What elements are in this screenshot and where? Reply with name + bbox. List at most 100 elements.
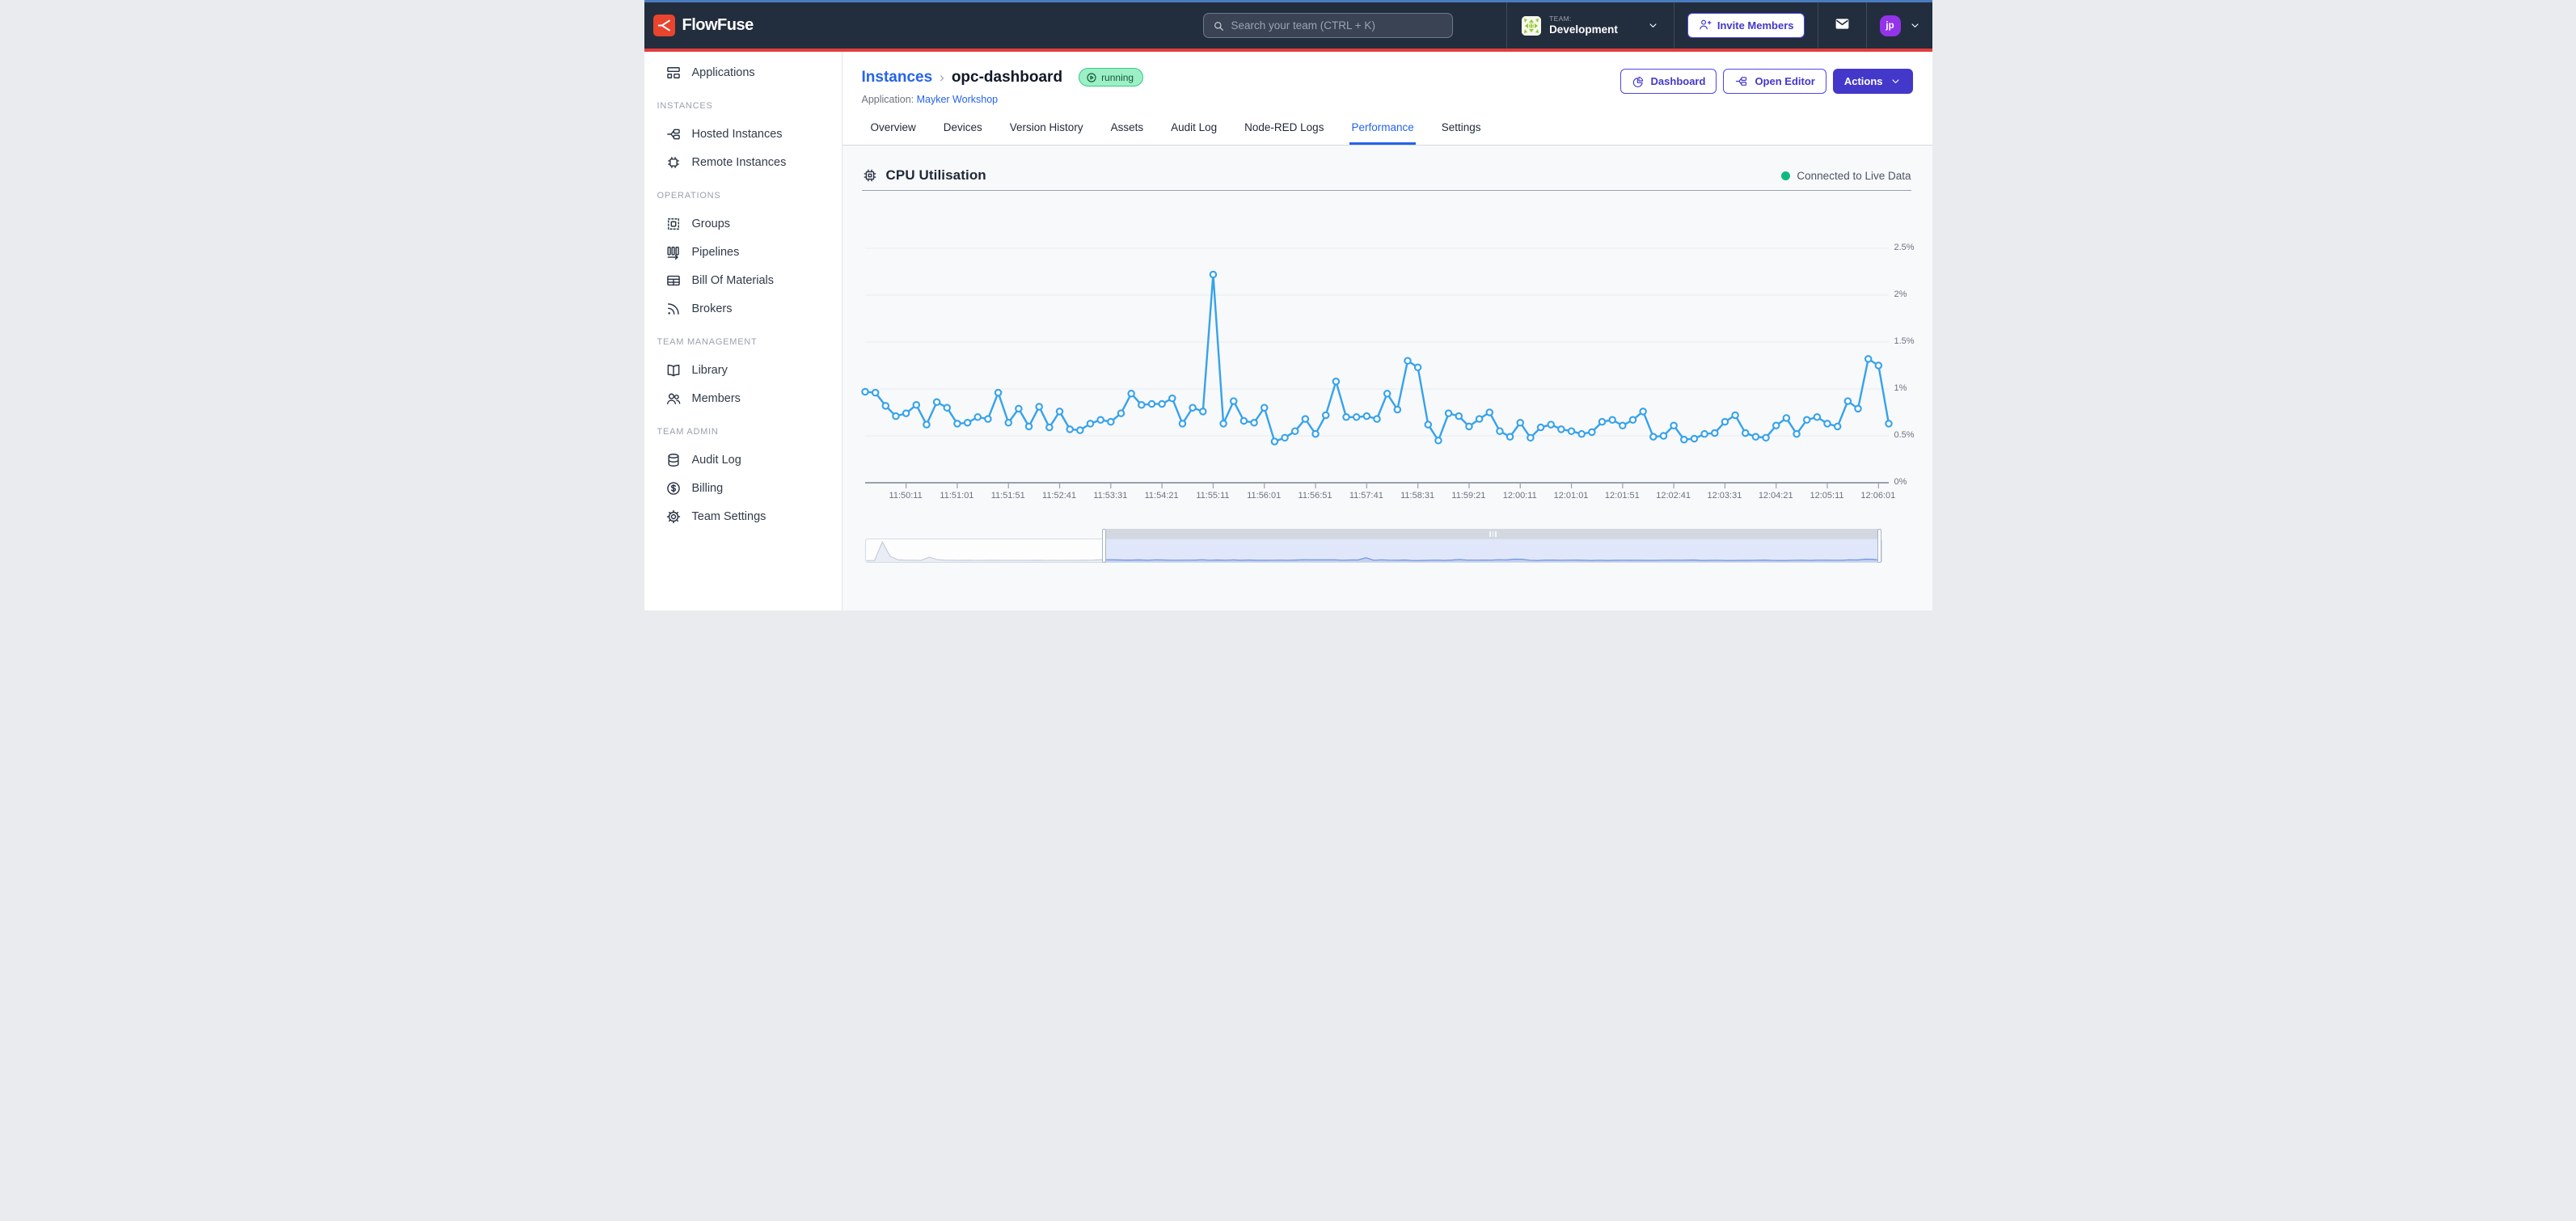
cpu-chart-canvas [865,198,1889,489]
sidebar: ApplicationsINSTANCESHosted InstancesRem… [644,52,842,610]
sidebar-item-members[interactable]: Members [644,384,842,412]
sidebar-item-brokers[interactable]: Brokers [644,294,842,323]
navbar-right: TEAM: Development Invite Members jp [1506,2,1932,49]
status-badge: running [1079,68,1143,87]
brokers-icon [665,301,682,317]
billing-icon [665,480,682,496]
sidebar-item-remote-instances[interactable]: Remote Instances [644,148,842,176]
y-axis-tick-label: 0.5% [1894,430,1924,440]
x-axis-tick-label: 11:50:11 [877,491,934,501]
tab-performance[interactable]: Performance [1349,121,1415,145]
brush-handle-right[interactable] [1877,529,1881,563]
x-axis-tick-label: 11:59:21 [1440,491,1497,501]
sidebar-item-billing[interactable]: Billing [644,474,842,502]
y-axis-tick-label: 0% [1894,477,1924,487]
breadcrumb: Instances › opc-dashboard running [862,68,1144,87]
team-selector[interactable]: TEAM: Development [1507,2,1674,49]
tab-assets[interactable]: Assets [1109,121,1146,145]
sidebar-item-label: Bill Of Materials [692,274,775,287]
audit-log-icon [665,452,682,468]
sidebar-section-team-management: TEAM MANAGEMENT [644,337,842,347]
team-name: Development [1549,23,1618,36]
sidebar-item-groups[interactable]: Groups [644,209,842,238]
x-axis-tick-label: 12:04:21 [1747,491,1804,501]
flowfuse-logo-icon [653,15,675,36]
search-input[interactable] [1231,19,1444,32]
dashboard-button[interactable]: Dashboard [1620,69,1717,94]
live-dot-icon [1781,171,1790,180]
actions-button[interactable]: Actions [1833,69,1913,94]
open-editor-label: Open Editor [1755,75,1814,87]
brand[interactable]: FlowFuse [644,15,754,36]
header-actions: Dashboard Open Editor Actions [1620,69,1913,94]
search-icon [1212,19,1225,32]
x-axis-tick-label: 11:51:51 [980,491,1037,501]
user-chevron-down-icon [1909,19,1921,32]
live-status: Connected to Live Data [1781,170,1911,182]
tab-overview[interactable]: Overview [869,121,918,145]
tab-settings[interactable]: Settings [1440,121,1483,145]
x-axis-tick-label: 12:05:11 [1799,491,1856,501]
x-axis-tick-label: 11:57:41 [1338,491,1395,501]
cpu-chart: 11:50:1111:51:0111:51:5111:52:4111:53:31… [865,198,1924,518]
y-axis-tick-label: 1.5% [1894,336,1924,346]
status-label: running [1101,72,1134,83]
open-editor-button[interactable]: Open Editor [1723,69,1826,94]
sidebar-item-label: Remote Instances [692,156,787,169]
breadcrumb-instances-link[interactable]: Instances [862,69,933,87]
x-axis-tick-label: 12:03:31 [1696,491,1753,501]
x-axis-tick-label: 11:55:11 [1185,491,1241,501]
sidebar-item-audit-log[interactable]: Audit Log [644,446,842,474]
groups-icon [665,216,682,232]
notifications-button[interactable] [1818,2,1866,49]
brush-overview-canvas[interactable] [865,539,1882,563]
sidebar-item-bill-of-materials[interactable]: Bill Of Materials [644,266,842,294]
y-axis-tick-label: 2.5% [1894,243,1924,252]
top-navbar: FlowFuse TEAM: Development [644,2,1932,49]
chart-range-brush[interactable] [865,529,1882,563]
tab-node-red-logs[interactable]: Node-RED Logs [1243,121,1325,145]
brand-name: FlowFuse [682,16,754,35]
live-status-label: Connected to Live Data [1797,170,1911,182]
bill-of-materials-icon [665,273,682,289]
tab-version-history[interactable]: Version History [1008,121,1085,145]
x-axis-tick-label: 12:01:51 [1594,491,1650,501]
sidebar-item-library[interactable]: Library [644,356,842,384]
members-icon [665,391,682,407]
sidebar-item-label: Brokers [692,302,733,315]
tab-devices[interactable]: Devices [942,121,984,145]
team-search[interactable] [1203,13,1453,38]
sidebar-item-hosted-instances[interactable]: Hosted Instances [644,120,842,148]
application-link[interactable]: Mayker Workshop [917,94,999,105]
library-icon [665,362,682,378]
user-plus-icon [1698,18,1712,34]
application-label: Application: [862,94,914,105]
x-axis-tick-label: 11:56:01 [1235,491,1292,501]
x-axis-tick-label: 11:56:51 [1287,491,1344,501]
sidebar-item-pipelines[interactable]: Pipelines [644,238,842,266]
sidebar-section-operations: OPERATIONS [644,191,842,201]
sidebar-item-team-settings[interactable]: Team Settings [644,502,842,530]
play-circle-icon [1086,72,1097,83]
sidebar-item-label: Library [692,364,728,377]
actions-chevron-down-icon [1890,75,1902,87]
panel-divider [862,190,1911,191]
actions-label: Actions [1844,75,1883,87]
user-menu[interactable]: jp [1867,2,1932,49]
brush-handle-left[interactable] [1102,529,1106,563]
y-axis-tick-label: 2% [1894,289,1924,299]
invite-members-label: Invite Members [1717,19,1794,32]
instance-header: Instances › opc-dashboard running Applic… [842,52,1932,146]
tab-audit-log[interactable]: Audit Log [1169,121,1218,145]
instance-name: opc-dashboard [952,69,1062,87]
team-settings-icon [665,509,682,525]
invite-members-button[interactable]: Invite Members [1687,13,1805,38]
brush-selection-drag-bar[interactable] [1104,529,1882,539]
sidebar-item-applications[interactable]: Applications [644,58,842,87]
x-axis-tick-label: 12:02:41 [1645,491,1702,501]
x-axis-tick-label: 12:01:01 [1543,491,1599,501]
sidebar-item-label: Pipelines [692,246,740,259]
pie-chart-icon [1632,75,1645,88]
sidebar-item-label: Groups [692,218,731,230]
sidebar-item-label: Members [692,392,741,405]
